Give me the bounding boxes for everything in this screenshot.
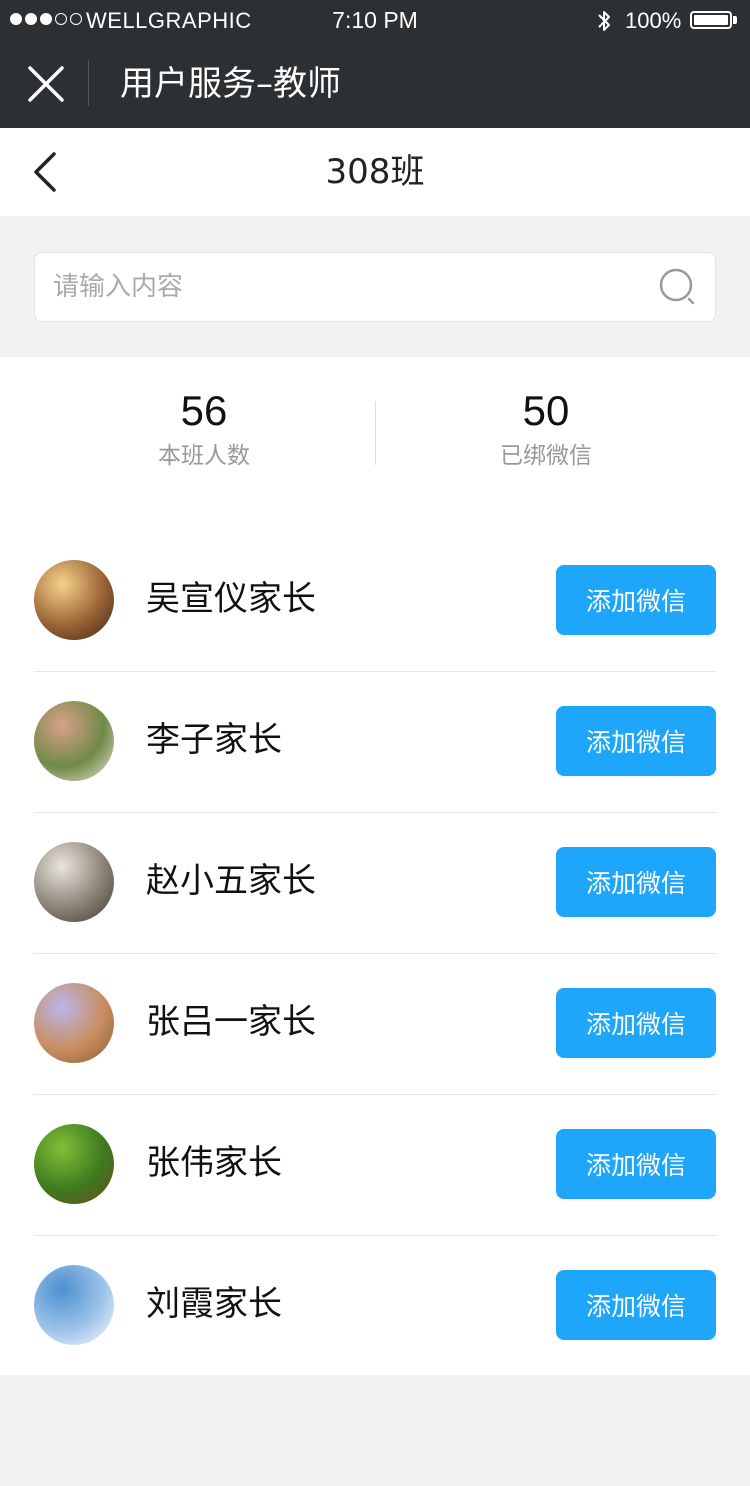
avatar — [34, 1124, 114, 1204]
search-bar — [34, 252, 716, 322]
bound-wechat-label: 已绑微信 — [500, 443, 592, 469]
bound-wechat-count: 50 — [522, 387, 570, 434]
parent-name: 李子家长 — [146, 720, 282, 760]
close-icon[interactable] — [24, 62, 68, 106]
add-wechat-button[interactable]: 添加微信 — [556, 706, 716, 776]
parent-name: 吴宣仪家长 — [146, 579, 316, 619]
add-wechat-button[interactable]: 添加微信 — [556, 1129, 716, 1199]
stats-divider — [375, 401, 376, 465]
page-title: 用户服务–教师 — [120, 64, 341, 104]
class-size-count: 56 — [180, 387, 228, 434]
avatar — [34, 983, 114, 1063]
bound-wechat-stat: 50 已绑微信 — [396, 385, 696, 473]
class-size-stat: 56 本班人数 — [54, 385, 354, 473]
avatar — [34, 701, 114, 781]
add-wechat-button[interactable]: 添加微信 — [556, 565, 716, 635]
bluetooth-icon — [598, 11, 610, 31]
class-title: 308班 — [325, 152, 425, 192]
parent-row: 吴宣仪家长 添加微信 — [34, 531, 716, 672]
add-wechat-button[interactable]: 添加微信 — [556, 1270, 716, 1340]
parent-row: 张伟家长 添加微信 — [34, 1095, 716, 1236]
avatar — [34, 1265, 114, 1345]
class-header: 308班 — [0, 128, 750, 216]
battery-percentage: 100% — [625, 8, 682, 33]
avatar — [34, 560, 114, 640]
parent-list: 吴宣仪家长 添加微信 李子家长 添加微信 赵小五家长 添加微信 张吕一家长 添加… — [34, 531, 716, 1377]
parent-row: 李子家长 添加微信 — [34, 672, 716, 813]
parent-name: 张伟家长 — [146, 1143, 282, 1183]
class-size-label: 本班人数 — [158, 443, 250, 469]
nav-divider — [88, 60, 89, 106]
parent-row: 张吕一家长 添加微信 — [34, 954, 716, 1095]
add-wechat-button[interactable]: 添加微信 — [556, 988, 716, 1058]
status-bar: WELLGRAPHIC 7:10 PM 100% — [0, 0, 750, 40]
parent-name: 赵小五家长 — [146, 861, 316, 901]
search-input[interactable] — [53, 265, 643, 309]
top-nav-bar: 用户服务–教师 — [0, 40, 750, 128]
parent-name: 张吕一家长 — [146, 1002, 316, 1042]
add-wechat-button[interactable]: 添加微信 — [556, 847, 716, 917]
class-content: 56 本班人数 50 已绑微信 吴宣仪家长 添加微信 李子家长 添加微信 赵小五… — [0, 357, 750, 1375]
avatar — [34, 842, 114, 922]
parent-row: 赵小五家长 添加微信 — [34, 813, 716, 954]
battery-icon — [690, 11, 738, 29]
parent-row: 刘霞家长 添加微信 — [34, 1236, 716, 1377]
parent-name: 刘霞家长 — [146, 1284, 282, 1324]
search-icon[interactable] — [659, 268, 699, 308]
